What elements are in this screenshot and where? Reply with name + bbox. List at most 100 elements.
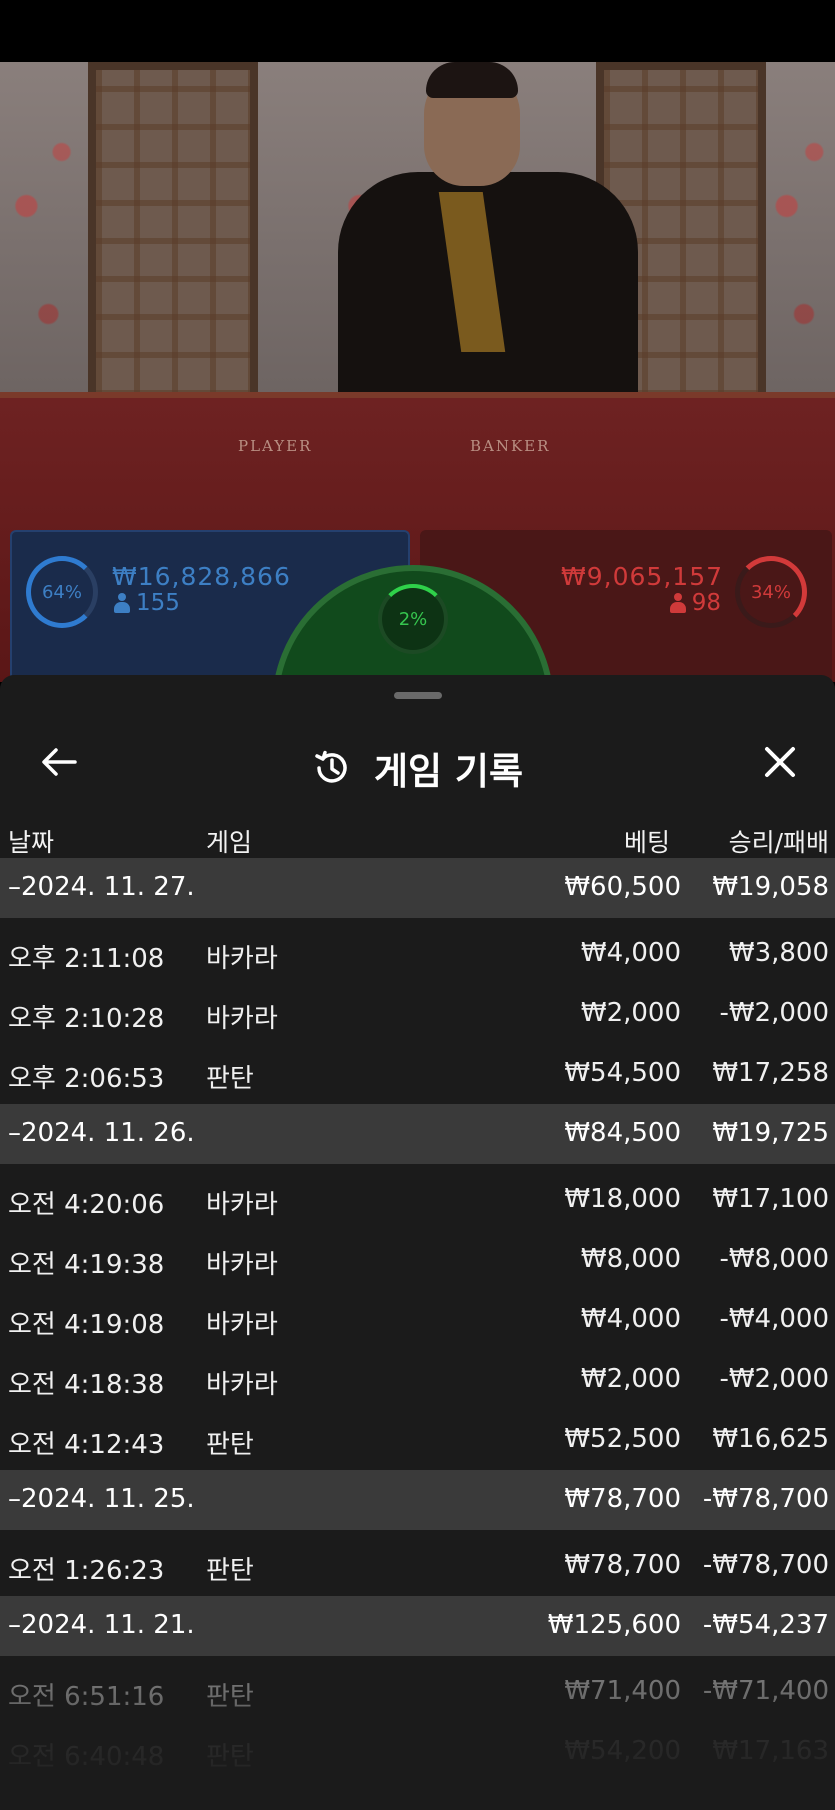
group-bet-total: ₩78,700 [564, 1484, 681, 1514]
row-game: 바카라 [206, 1310, 278, 1340]
history-row[interactable]: 오전 4:19:08 바카라 ₩4,000 -₩4,000 [0, 1290, 835, 1350]
group-date: –2024. 11. 26. [8, 1118, 195, 1148]
history-row[interactable]: 오전 4:20:06 바카라 ₩18,000 ₩17,100 [0, 1170, 835, 1230]
row-game: 바카라 [206, 1250, 278, 1280]
player-percent: 64% [41, 581, 82, 603]
row-win-loss: -₩71,400 [702, 1676, 829, 1706]
row-time: 오전 6:40:48 [8, 1742, 165, 1772]
row-game: 바카라 [206, 1004, 278, 1034]
row-win-loss: -₩78,700 [702, 1550, 829, 1580]
history-table-header: 날짜 게임 베팅 승리/패배 [0, 811, 835, 861]
row-time: 오후 2:06:53 [8, 1064, 165, 1094]
dealer-hair [426, 62, 518, 98]
row-time: 오전 4:20:06 [8, 1190, 165, 1220]
banker-percent: 34% [750, 581, 791, 603]
history-row[interactable]: 오전 6:40:48 판탄 ₩54,200 ₩17,163 [0, 1722, 835, 1782]
close-icon [765, 747, 795, 777]
player-total-amount: ₩16,828,866 [112, 562, 291, 591]
group-bet-total: ₩125,600 [547, 1610, 681, 1640]
row-win-loss: ₩17,163 [712, 1736, 829, 1766]
row-bet: ₩54,500 [564, 1058, 681, 1088]
row-bet: ₩52,500 [564, 1424, 681, 1454]
sheet-header: 게임 기록 [0, 715, 835, 815]
group-win-total: -₩54,237 [702, 1610, 829, 1640]
history-row[interactable]: 오전 6:51:16 판탄 ₩71,400 -₩71,400 [0, 1662, 835, 1722]
row-win-loss: ₩3,800 [728, 938, 829, 968]
close-button[interactable] [755, 737, 805, 787]
row-game: 판탄 [206, 1556, 254, 1586]
row-time: 오전 4:19:08 [8, 1310, 165, 1340]
status-bar [0, 0, 835, 62]
row-bet: ₩54,200 [564, 1736, 681, 1766]
page-title: 게임 기록 [373, 750, 524, 793]
history-list: –2024. 11. 27. ₩60,500 ₩19,058 오후 2:11:0… [0, 858, 835, 1782]
row-game: 판탄 [206, 1682, 254, 1712]
tie-percent: 2% [398, 608, 428, 630]
row-game: 바카라 [206, 1190, 278, 1220]
row-game: 판탄 [206, 1064, 254, 1094]
group-date: –2024. 11. 21. [8, 1610, 195, 1640]
group-win-total: ₩19,725 [712, 1118, 829, 1148]
sheet-title-group: 게임 기록 [0, 741, 835, 795]
row-time: 오후 2:10:28 [8, 1004, 165, 1034]
row-bet: ₩2,000 [580, 1364, 681, 1394]
row-time: 오전 4:19:38 [8, 1250, 165, 1280]
banker-bettor-count: 98 [669, 590, 721, 616]
tie-percent-ring: 2% [378, 584, 448, 654]
history-row[interactable]: 오전 4:12:43 판탄 ₩52,500 ₩16,625 [0, 1410, 835, 1470]
banker-count-value: 98 [691, 590, 721, 616]
row-time: 오전 4:12:43 [8, 1430, 165, 1460]
row-bet: ₩4,000 [580, 938, 681, 968]
row-game: 판탄 [206, 1742, 254, 1772]
history-row[interactable]: 오후 2:06:53 판탄 ₩54,500 ₩17,258 [0, 1044, 835, 1104]
banker-total-amount: ₩9,065,157 [561, 562, 723, 591]
group-date: –2024. 11. 25. [8, 1484, 195, 1514]
backdrop-mural [0, 62, 88, 422]
history-icon [315, 750, 347, 783]
date-group-row[interactable]: –2024. 11. 25. ₩78,700 -₩78,700 [0, 1470, 835, 1530]
group-date: –2024. 11. 27. [8, 872, 195, 902]
person-icon [114, 593, 130, 613]
row-game: 바카라 [206, 944, 278, 974]
row-bet: ₩2,000 [580, 998, 681, 1028]
row-bet: ₩71,400 [564, 1676, 681, 1706]
backdrop-mural [766, 62, 835, 422]
row-win-loss: ₩16,625 [712, 1424, 829, 1454]
column-game: 게임 [206, 828, 253, 857]
history-row[interactable]: 오전 4:19:38 바카라 ₩8,000 -₩8,000 [0, 1230, 835, 1290]
row-bet: ₩8,000 [580, 1244, 681, 1274]
row-win-loss: -₩8,000 [719, 1244, 829, 1274]
date-group-row[interactable]: –2024. 11. 26. ₩84,500 ₩19,725 [0, 1104, 835, 1164]
group-win-total: ₩19,058 [712, 872, 829, 902]
table-player-label: PLAYER [238, 437, 313, 455]
person-icon [669, 593, 686, 613]
row-game: 바카라 [206, 1370, 278, 1400]
group-win-total: -₩78,700 [702, 1484, 829, 1514]
drag-handle[interactable] [394, 692, 442, 699]
table-banker-label: BANKER [470, 437, 551, 455]
history-row[interactable]: 오후 2:11:08 바카라 ₩4,000 ₩3,800 [0, 924, 835, 984]
lattice-screen [88, 62, 258, 442]
date-group-row[interactable]: –2024. 11. 27. ₩60,500 ₩19,058 [0, 858, 835, 918]
row-win-loss: -₩4,000 [719, 1304, 829, 1334]
row-time: 오전 6:51:16 [8, 1682, 165, 1712]
player-count-value: 155 [136, 590, 180, 616]
game-history-sheet: 게임 기록 날짜 게임 베팅 승리/패배 –2024. 11. 27. ₩60,… [0, 675, 835, 1810]
row-win-loss: ₩17,258 [712, 1058, 829, 1088]
row-game: 판탄 [206, 1430, 254, 1460]
column-bet: 베팅 [623, 828, 670, 857]
player-percent-ring: 64% [26, 556, 98, 628]
history-row[interactable]: 오전 4:18:38 바카라 ₩2,000 -₩2,000 [0, 1350, 835, 1410]
history-row[interactable]: 오전 1:26:23 판탄 ₩78,700 -₩78,700 [0, 1536, 835, 1596]
group-bet-total: ₩84,500 [564, 1118, 681, 1148]
group-bet-total: ₩60,500 [564, 872, 681, 902]
column-date: 날짜 [8, 828, 55, 857]
row-win-loss: -₩2,000 [719, 998, 829, 1028]
row-time: 오후 2:11:08 [8, 944, 165, 974]
history-row[interactable]: 오후 2:10:28 바카라 ₩2,000 -₩2,000 [0, 984, 835, 1044]
row-win-loss: -₩2,000 [719, 1364, 829, 1394]
column-win-loss: 승리/패배 [728, 828, 829, 857]
row-bet: ₩18,000 [564, 1184, 681, 1214]
banker-percent-ring: 34% [735, 556, 807, 628]
date-group-row[interactable]: –2024. 11. 21. ₩125,600 -₩54,237 [0, 1596, 835, 1656]
